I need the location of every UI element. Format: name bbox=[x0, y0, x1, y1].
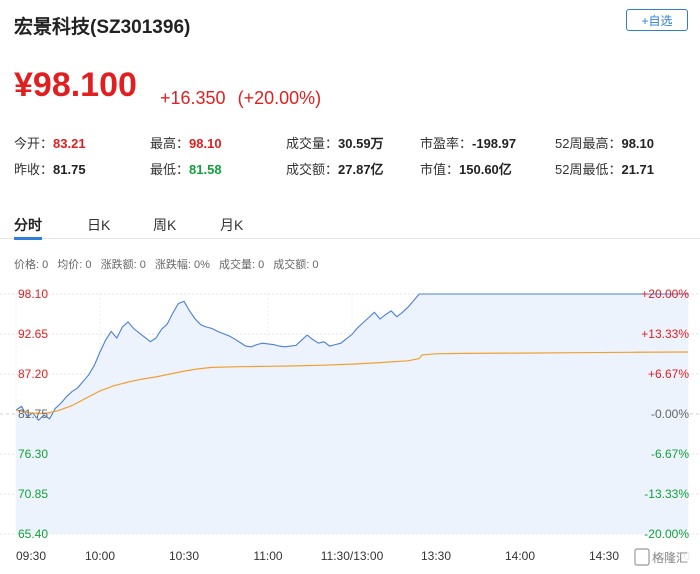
stat-52w-high: 52周最高：98.10 bbox=[555, 136, 655, 151]
add-to-watchlist-button[interactable]: +自选 bbox=[626, 9, 688, 31]
y-pct-tick-label: +13.33% bbox=[641, 327, 689, 341]
readout-change-amount: 涨跌额: 0 bbox=[100, 259, 146, 271]
y-pct-tick-label: -20.00% bbox=[644, 527, 689, 541]
x-tick-label: 10:00 bbox=[85, 549, 115, 563]
y-tick-label: 70.85 bbox=[18, 487, 48, 501]
stat-52w-low: 52周最低：21.71 bbox=[555, 162, 655, 177]
x-tick-label: 13:30 bbox=[421, 549, 451, 563]
chart-tabs: 分时 日K 周K 月K bbox=[0, 198, 700, 240]
stat-high: 最高：98.10 bbox=[150, 136, 222, 151]
y-tick-label: 98.10 bbox=[18, 287, 48, 301]
stat-low: 最低：81.58 bbox=[150, 162, 222, 177]
stat-turnover: 成交额：27.87亿 bbox=[286, 162, 384, 177]
stock-title: 宏景科技(SZ301396) bbox=[14, 17, 191, 38]
readout-volume: 成交量: 0 bbox=[218, 259, 265, 271]
change-amount: +16.350 bbox=[160, 88, 226, 108]
tab-intraday[interactable]: 分时 bbox=[14, 215, 42, 235]
y-tick-label: 76.30 bbox=[18, 447, 48, 461]
x-tick-label: 11:00 bbox=[253, 549, 282, 563]
readout-turnover: 成交额: 0 bbox=[273, 259, 319, 271]
readout-change-pct: 涨跌幅: 0% bbox=[154, 259, 210, 271]
price-change: +16.350 (+20.00%) bbox=[160, 88, 321, 109]
y-pct-tick-label: +20.00% bbox=[641, 287, 689, 301]
x-tick-label: 09:30 bbox=[16, 549, 46, 563]
y-pct-tick-label: -0.00% bbox=[651, 407, 689, 421]
current-price: ¥98.100 bbox=[14, 66, 137, 104]
y-pct-tick-label: +6.67% bbox=[648, 367, 689, 381]
x-tick-label: 10:30 bbox=[169, 549, 199, 563]
y-pct-tick-label: -6.67% bbox=[651, 447, 689, 461]
tab-weekly-k[interactable]: 周K bbox=[153, 215, 176, 235]
readout-price: 价格: 0 bbox=[14, 259, 49, 271]
logo-text: 格隆汇 bbox=[652, 550, 688, 565]
tab-daily-k[interactable]: 日K bbox=[87, 215, 110, 235]
readout-avg-price: 均价: 0 bbox=[57, 259, 92, 271]
x-tick-label: 11:30/13:00 bbox=[321, 549, 384, 563]
stat-pe-ratio: 市盈率：-198.97 bbox=[420, 136, 517, 151]
change-percent: (+20.00%) bbox=[237, 88, 322, 108]
y-tick-label: 92.65 bbox=[18, 327, 48, 341]
tab-monthly-k[interactable]: 月K bbox=[220, 215, 243, 235]
crosshair-readout: 价格: 0 均价: 0 涨跌额: 0 涨跌幅: 0% 成交量: 0 成交额: 0 bbox=[14, 256, 319, 272]
stat-prev-close: 昨收：81.75 bbox=[14, 162, 86, 177]
active-tab-indicator bbox=[14, 237, 42, 240]
y-pct-tick-label: -13.33% bbox=[644, 487, 689, 501]
y-tick-label: 65.40 bbox=[18, 527, 48, 541]
stat-open: 今开：83.21 bbox=[14, 136, 86, 151]
stat-market-cap: 市值：150.60亿 bbox=[420, 162, 512, 177]
y-tick-label: 81.75 bbox=[18, 407, 48, 421]
stat-volume: 成交量：30.59万 bbox=[286, 136, 384, 151]
x-tick-label: 14:30 bbox=[589, 549, 619, 563]
y-tick-label: 87.20 bbox=[18, 367, 48, 381]
x-tick-label: 14:00 bbox=[505, 549, 535, 563]
intraday-chart[interactable]: 格隆汇www.gelonghui.com98.10+20.00%92.65+13… bbox=[0, 280, 700, 574]
